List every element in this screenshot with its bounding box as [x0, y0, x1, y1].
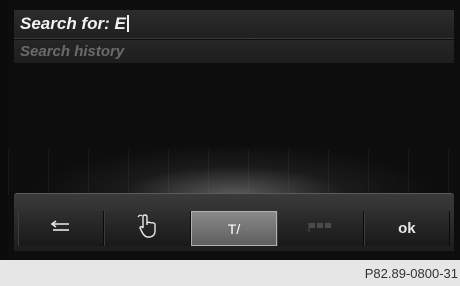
search-label: Search for: E: [20, 14, 129, 34]
flag-icon: [308, 220, 332, 238]
handwriting-icon: [136, 213, 160, 244]
text-cursor-icon: T/: [227, 220, 241, 237]
figure-reference: P82.89-0800-31: [364, 266, 458, 281]
back-arrow-icon: [50, 219, 72, 238]
text-cursor: [126, 15, 129, 32]
input-toolbar: T/ ok: [18, 211, 451, 246]
ok-button[interactable]: ok: [363, 211, 451, 246]
text-input-button[interactable]: T/: [190, 211, 278, 246]
display-screen: Search for: E Search history T/ ok: [8, 0, 460, 260]
search-history-label: Search history: [20, 43, 125, 60]
caption-bar: P82.89-0800-31: [0, 260, 460, 286]
back-button[interactable]: [18, 211, 105, 246]
search-history-item[interactable]: Search history: [14, 40, 454, 63]
destination-button: [277, 211, 364, 246]
handwriting-button[interactable]: [104, 211, 191, 246]
ok-label: ok: [398, 220, 416, 237]
search-field[interactable]: Search for: E: [14, 10, 454, 39]
